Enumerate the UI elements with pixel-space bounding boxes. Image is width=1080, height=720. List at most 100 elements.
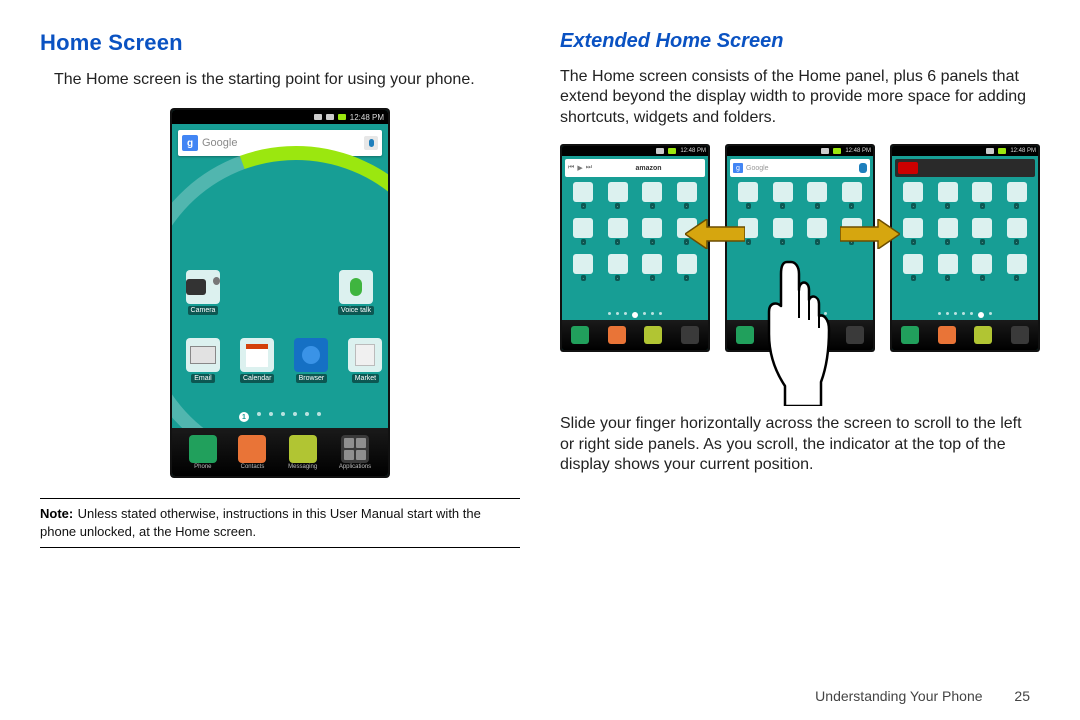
dock-messaging[interactable]	[974, 326, 992, 344]
swipe-right-arrow-icon	[840, 219, 900, 249]
list-item[interactable]: .	[898, 254, 929, 284]
mini-phone-right: 12:48 PM . . . . . . . .	[890, 144, 1040, 352]
phone-screen: 12:48 PM g Google Camera	[172, 110, 388, 476]
market-shortcut[interactable]: Market	[348, 338, 382, 383]
page-footer: Understanding Your Phone 25	[815, 688, 1030, 704]
list-item[interactable]: .	[802, 218, 833, 248]
indicator-active: 1	[239, 412, 249, 422]
dock-phone[interactable]	[736, 326, 754, 344]
prev-icon[interactable]: ⏮	[568, 164, 574, 172]
list-item[interactable]: .	[568, 254, 599, 284]
dock-messaging[interactable]: Messaging	[288, 435, 317, 470]
dock-contacts[interactable]: Contacts	[238, 435, 266, 470]
google-g-icon: g	[733, 163, 743, 173]
camera-shortcut[interactable]: Camera	[186, 270, 220, 315]
manual-page: Home Screen The Home screen is the start…	[0, 0, 1080, 720]
indicator-dot	[281, 412, 285, 416]
voicetalk-shortcut[interactable]: Voice talk	[338, 270, 374, 315]
list-item[interactable]: .	[967, 182, 998, 212]
calendar-shortcut[interactable]: Calendar	[240, 338, 274, 383]
email-label: Email	[191, 374, 215, 383]
mini-time: 12:48 PM	[845, 148, 871, 154]
wifi-icon	[656, 148, 664, 154]
status-bar: 12:48 PM	[172, 110, 388, 124]
youtube-widget[interactable]	[895, 159, 1035, 177]
list-item[interactable]: .	[933, 218, 964, 248]
list-item[interactable]: .	[837, 182, 868, 212]
list-item[interactable]: .	[568, 218, 599, 248]
dock-contacts[interactable]	[938, 326, 956, 344]
market-icon	[348, 338, 382, 372]
intro-text: The Home screen is the starting point fo…	[40, 70, 520, 90]
camera-icon	[186, 270, 220, 304]
list-item[interactable]: .	[967, 218, 998, 248]
list-item[interactable]: .	[603, 254, 634, 284]
shortcut-row-1: Camera Voice talk	[172, 270, 388, 315]
list-item[interactable]: .	[768, 218, 799, 248]
voice-search-icon[interactable]	[364, 136, 378, 150]
note-box: Note: Unless stated otherwise, instructi…	[40, 498, 520, 548]
mini-status-bar: 12:48 PM	[727, 146, 873, 156]
note-text: Unless stated otherwise, instructions in…	[40, 506, 481, 539]
dock-applications[interactable]	[846, 326, 864, 344]
dock-applications[interactable]	[1011, 326, 1029, 344]
voice-talk-icon	[339, 270, 373, 304]
dock-applications[interactable]: Applications	[339, 435, 371, 470]
list-item[interactable]: .	[768, 182, 799, 212]
list-item[interactable]: .	[933, 182, 964, 212]
list-item[interactable]: .	[637, 218, 668, 248]
voicetalk-label: Voice talk	[338, 306, 374, 315]
footer-section: Understanding Your Phone	[815, 688, 982, 704]
wifi-icon	[314, 114, 322, 120]
voice-search-icon[interactable]	[859, 163, 867, 173]
mini-status-bar: 12:48 PM	[562, 146, 708, 156]
mini-status-bar: 12:48 PM	[892, 146, 1038, 156]
swipe-left-arrow-icon	[685, 219, 745, 249]
list-item[interactable]: .	[1002, 182, 1033, 212]
battery-icon	[338, 114, 346, 120]
mini-search-widget[interactable]: g Google	[730, 159, 870, 177]
list-item[interactable]: .	[967, 254, 998, 284]
music-widget[interactable]: ⏮ ▶ ⏭ amazon	[565, 159, 705, 177]
list-item[interactable]: .	[637, 182, 668, 212]
swipe-hand-icon	[755, 256, 835, 406]
note-label: Note:	[40, 506, 73, 521]
dock-applications[interactable]	[681, 326, 699, 344]
list-item[interactable]: .	[603, 218, 634, 248]
dock-apps-label: Applications	[339, 464, 371, 470]
next-icon[interactable]: ⏭	[586, 164, 592, 172]
dock-phone[interactable]	[901, 326, 919, 344]
list-item[interactable]: .	[733, 182, 764, 212]
wifi-icon	[821, 148, 829, 154]
play-icon[interactable]: ▶	[577, 164, 582, 172]
dock-messaging[interactable]	[644, 326, 662, 344]
list-item[interactable]: .	[672, 254, 703, 284]
signal-icon	[326, 114, 334, 120]
list-item[interactable]: .	[568, 182, 599, 212]
list-item[interactable]: .	[1002, 218, 1033, 248]
phone-icon	[189, 435, 217, 463]
dock-contacts[interactable]	[608, 326, 626, 344]
indicator-dot	[317, 412, 321, 416]
dock-phone[interactable]: Phone	[189, 435, 217, 470]
email-shortcut[interactable]: Email	[186, 338, 220, 383]
list-item[interactable]: .	[637, 254, 668, 284]
phone-frame: 12:48 PM g Google Camera	[170, 108, 390, 478]
dock-messaging-label: Messaging	[288, 464, 317, 470]
dock: Phone Contacts Messaging Applicatio	[172, 428, 388, 476]
list-item[interactable]: .	[672, 182, 703, 212]
browser-shortcut[interactable]: Browser	[294, 338, 328, 383]
mini-screen: 12:48 PM . . . . . . . .	[892, 146, 1038, 350]
list-item[interactable]: .	[1002, 254, 1033, 284]
status-time: 12:48 PM	[350, 113, 384, 122]
list-item[interactable]: .	[898, 218, 929, 248]
mini-time: 12:48 PM	[680, 148, 706, 154]
camera-label: Camera	[188, 306, 219, 315]
messaging-icon	[289, 435, 317, 463]
list-item[interactable]: .	[802, 182, 833, 212]
list-item[interactable]: .	[603, 182, 634, 212]
list-item[interactable]: .	[933, 254, 964, 284]
dock-phone[interactable]	[571, 326, 589, 344]
dock-contacts-label: Contacts	[241, 464, 265, 470]
list-item[interactable]: .	[898, 182, 929, 212]
